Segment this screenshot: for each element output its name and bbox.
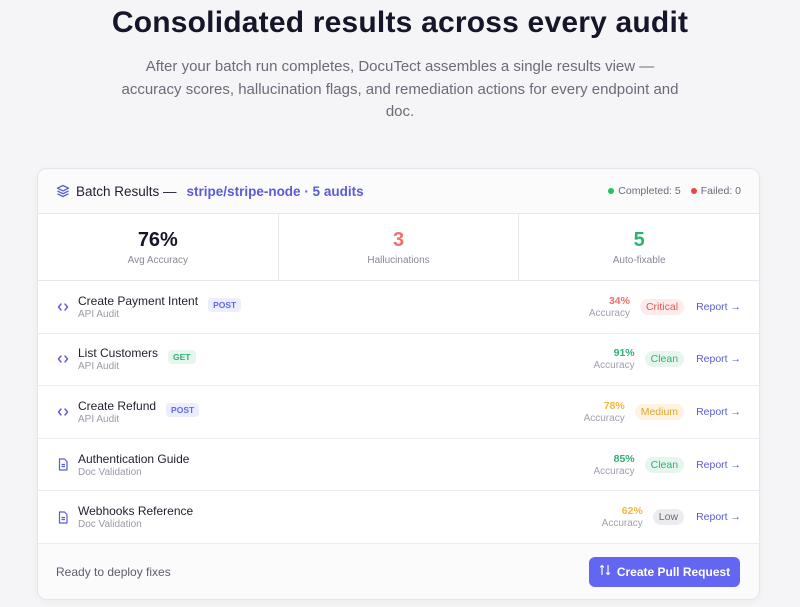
result-row[interactable]: Authentication Guide Doc Validation 85% … (38, 439, 759, 492)
result-row[interactable]: Create Refund POST API Audit 78% Accurac… (38, 386, 759, 439)
result-row[interactable]: List Customers GET API Audit 91% Accurac… (38, 334, 759, 387)
accuracy-label: Accuracy (583, 412, 625, 424)
method-badge: POST (166, 402, 200, 417)
row-type: Doc Validation (78, 519, 142, 531)
stat-auto-fixable: 5 Auto-fixable (519, 214, 759, 280)
create-pull-request-button[interactable]: Create Pull Request (589, 556, 740, 587)
stat-value: 5 (633, 229, 645, 251)
result-row[interactable]: Create Payment Intent POST API Audit 34%… (38, 281, 759, 334)
stat-hallucinations: 3 Hallucinations (279, 214, 520, 280)
stat-value: 3 (392, 229, 405, 251)
accuracy-value: 62% (621, 505, 643, 518)
status-badge: Critical (639, 298, 685, 315)
stat-label: Auto-fixable (612, 255, 666, 266)
results-list: Create Payment Intent POST API Audit 34%… (38, 281, 759, 544)
row-title: Create Refund (78, 398, 157, 413)
run-status: Completed: 5 Failed: 0 (608, 185, 741, 197)
accuracy-value: 34% (608, 294, 630, 307)
row-title: List Customers (78, 346, 159, 361)
report-link[interactable]: Report → (696, 406, 741, 418)
row-title: Create Payment Intent (78, 293, 199, 308)
stat-label: Avg Accuracy (127, 255, 189, 266)
accuracy-label: Accuracy (593, 360, 635, 372)
batch-results-card: Batch Results — stripe/stripe-node · 5 a… (37, 168, 760, 600)
stat-avg-accuracy: 76% Avg Accuracy (38, 214, 279, 280)
status-badge: Clean (644, 456, 685, 473)
accuracy-label: Accuracy (601, 518, 643, 530)
button-label: Create Pull Request (616, 564, 731, 579)
code-icon (56, 352, 70, 366)
accuracy-value: 85% (613, 452, 635, 465)
card-footer: Ready to deploy fixes Create Pull Reques… (38, 544, 759, 599)
accuracy-value: 78% (603, 399, 625, 412)
footer-text: Ready to deploy fixes (56, 564, 171, 579)
row-info: Create Refund POST API Audit (78, 398, 200, 425)
page-subtitle: After your batch run completes, DocuTect… (121, 58, 679, 120)
accuracy-label: Accuracy (593, 465, 635, 477)
status-badge: Medium (634, 403, 685, 420)
row-info: Authentication Guide Doc Validation (78, 452, 189, 478)
accuracy: 85% Accuracy (594, 453, 635, 477)
stat-label: Hallucinations (367, 255, 430, 266)
card-title: Batch Results — (76, 183, 177, 199)
card-header: Batch Results — stripe/stripe-node · 5 a… (38, 169, 759, 214)
page-title: Consolidated results across every audit (111, 6, 689, 39)
status-badge: Low (652, 509, 685, 526)
method-badge: POST (208, 297, 242, 312)
repo-link[interactable]: stripe/stripe-node · 5 audits (187, 184, 364, 199)
accuracy: 78% Accuracy (584, 400, 625, 424)
result-row[interactable]: Webhooks Reference Doc Validation 62% Ac… (38, 491, 759, 544)
stack-icon (56, 184, 70, 198)
report-link[interactable]: Report → (696, 353, 741, 365)
failed-count: Failed: 0 (700, 185, 741, 197)
stat-value: 76% (137, 229, 178, 251)
accuracy: 91% Accuracy (594, 347, 635, 371)
status-badge: Clean (644, 351, 685, 368)
row-info: List Customers GET API Audit (78, 346, 196, 372)
method-badge: GET (168, 350, 196, 365)
failed-status: Failed: 0 (690, 185, 741, 197)
failed-dot-icon (690, 188, 697, 195)
pull-request-icon (599, 564, 611, 579)
accuracy: 34% Accuracy (589, 295, 630, 319)
row-title: Webhooks Reference (78, 504, 194, 519)
report-link[interactable]: Report → (696, 301, 741, 313)
completed-status: Completed: 5 (608, 185, 681, 197)
accuracy-label: Accuracy (588, 307, 630, 319)
code-icon (56, 300, 70, 314)
row-info: Webhooks Reference Doc Validation (78, 504, 193, 530)
accuracy: 62% Accuracy (602, 505, 643, 529)
report-link[interactable]: Report → (696, 459, 741, 471)
completed-dot-icon (608, 188, 615, 195)
row-info: Create Payment Intent POST API Audit (78, 293, 242, 320)
report-link[interactable]: Report → (696, 511, 741, 523)
stats-bar: 76% Avg Accuracy 3 Hallucinations 5 Auto… (38, 214, 759, 281)
accuracy-value: 91% (613, 347, 635, 360)
doc-icon (56, 458, 70, 472)
completed-count: Completed: 5 (618, 185, 681, 197)
doc-icon (56, 510, 70, 524)
row-type: Doc Validation (78, 466, 142, 478)
code-icon (56, 405, 70, 419)
row-title: Authentication Guide (78, 451, 190, 466)
